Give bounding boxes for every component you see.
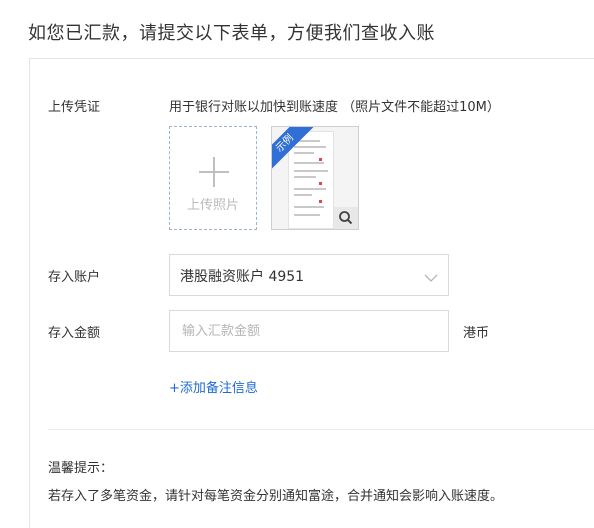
account-selected-value: 港股融资账户 4951 bbox=[180, 269, 305, 285]
chevron-down-icon bbox=[424, 268, 438, 287]
upload-photo-button[interactable]: 上传照片 bbox=[169, 126, 257, 230]
currency-unit: 港币 bbox=[463, 326, 490, 341]
plus-icon bbox=[199, 157, 229, 187]
page-title: 如您已汇款，请提交以下表单，方便我们查收入账 bbox=[28, 23, 435, 44]
divider bbox=[48, 429, 594, 430]
account-select[interactable]: 港股融资账户 4951 bbox=[169, 254, 449, 296]
add-note-link[interactable]: +添加备注信息 bbox=[169, 377, 258, 396]
amount-label: 存入金额 bbox=[48, 326, 101, 341]
account-label: 存入账户 bbox=[48, 270, 101, 285]
magnifier-icon[interactable] bbox=[334, 207, 358, 229]
tips-title: 温馨提示： bbox=[48, 461, 114, 476]
upload-photo-text: 上传照片 bbox=[186, 198, 239, 213]
amount-input[interactable] bbox=[169, 310, 449, 352]
upload-label: 上传凭证 bbox=[48, 100, 101, 115]
sample-document-preview bbox=[288, 131, 334, 229]
upload-hint: 用于银行对账以加快到账速度 （照片文件不能超过10M） bbox=[169, 100, 500, 115]
tips-text: 若存入了多笔资金，请针对每笔资金分别通知富途，合并通知会影响入账速度。 bbox=[48, 489, 504, 504]
sample-thumbnail[interactable]: 示例 bbox=[271, 126, 359, 230]
